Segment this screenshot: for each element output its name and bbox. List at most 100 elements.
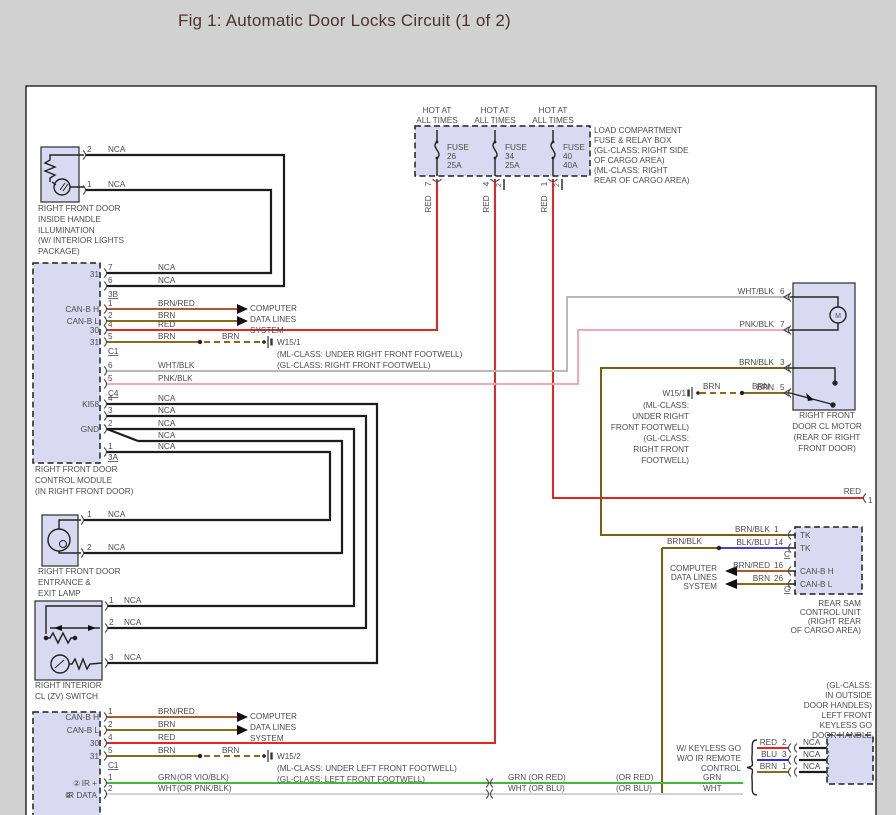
control-module-p4w: RED	[158, 320, 175, 329]
control-module-p1k: 1	[108, 442, 113, 451]
fuse-box-fuse26b: 26	[447, 152, 457, 161]
bottom-module-l31: 31	[90, 752, 100, 761]
keyless-handle-nm3: DOOR HANDLES)	[804, 701, 873, 710]
control-module-lki58: KI58	[82, 400, 99, 409]
interior-switch-nm2: CL (ZV) SWITCH	[35, 692, 98, 701]
entrance-lamp-nm3: EXIT LAMP	[38, 589, 81, 598]
keyless-handle-s2n: NCA	[803, 750, 821, 759]
fuse-box-hot1a: HOT AT	[423, 106, 452, 115]
door-motor-p5: 5	[780, 383, 785, 392]
bottom-module-lir1c: ②	[73, 779, 80, 788]
fuse-terminal	[494, 157, 497, 160]
illumination-nm5: PACKAGE)	[38, 247, 80, 256]
mid-wires-w3: WHT	[703, 784, 722, 793]
dot	[44, 636, 47, 639]
rear-sam-nm3: (RIGHT REAR	[808, 617, 861, 626]
fuse-terminal	[552, 157, 555, 160]
rear-sam-p16: 16	[774, 561, 784, 570]
keyless-handle-wk2: W/O IR REMOTE	[677, 754, 742, 763]
keyless-handle-s3n: NCA	[803, 762, 821, 771]
junction-dot	[198, 754, 202, 758]
fuse-box-fuse26c: 25A	[447, 161, 462, 170]
rear-sam-tg: G	[784, 585, 790, 594]
rear-sam-cdl2: DATA LINES	[671, 573, 718, 582]
rear-sam-p26w: BRN	[753, 574, 770, 583]
control-module-p2w: BRN	[158, 311, 175, 320]
keyless-handle-nm2: IN OUTSIDE	[825, 691, 872, 700]
keyless-handle-nm6: DOOR HANDLE	[812, 731, 873, 740]
illumination-p1: 1	[87, 180, 92, 189]
control-module-lcanh: CAN-B H	[65, 305, 99, 314]
junction-dot	[198, 340, 202, 344]
rear-sam-canh: CAN-B H	[800, 567, 834, 576]
control-module-p4k: 4	[108, 394, 113, 403]
fuse-box-red2: RED	[482, 195, 491, 212]
door-motor-p6w: WHT/BLK	[738, 287, 775, 296]
rear-sam-tk2: TK	[800, 544, 811, 553]
rear-sam-redp: 1	[868, 496, 873, 505]
fuse-box-loc3: (GL-CLASS: RIGHT SIDE	[594, 146, 689, 155]
fuse-box-loc6: REAR OF CARGO AREA)	[594, 176, 690, 185]
keyless-handle-s3w: BRN	[760, 762, 777, 771]
door-motor-p6: 6	[780, 287, 785, 296]
bottom-module-p4w: RED	[158, 733, 175, 742]
dot	[833, 381, 837, 385]
door-motor-p7w: PNK/BLK	[739, 320, 774, 329]
door-motor-m: M	[835, 313, 841, 320]
bottom-module-p2: 2	[108, 720, 113, 729]
diagram-canvas	[26, 86, 876, 815]
control-module-w151: W15/1	[277, 338, 301, 347]
control-module-p4kw: NCA	[158, 394, 176, 403]
rear-sam-p1: 1	[774, 525, 779, 534]
bottom-module-p4: 4	[108, 733, 113, 742]
control-module-p2k: 2	[108, 419, 113, 428]
rear-sam-nm2: CONTROL UNIT	[800, 608, 861, 617]
door-motor-ml1: (ML-CLASS:	[643, 401, 689, 410]
rear-sam-tk1: TK	[800, 531, 811, 540]
control-module-p5: 5	[108, 332, 113, 341]
bottom-module-p5: 5	[108, 746, 113, 755]
door-motor-ml6: FOOTWELL)	[641, 456, 689, 465]
fuse-box-fuse40c: 40A	[563, 161, 578, 170]
junction-dot	[717, 546, 721, 550]
control-module-p5cw: PNK/BLK	[158, 374, 193, 383]
fuse-box-conn2a: 2	[496, 183, 503, 187]
fuse-box-pin4: 4	[482, 181, 491, 186]
keyless-handle-nm1: (GL-CALSS:	[827, 681, 873, 690]
mid-wires-w2: (OR BLU)	[616, 784, 652, 793]
rear-sam-cdl3: SYSTEM	[683, 582, 717, 591]
door-motor-p7: 7	[780, 320, 785, 329]
door-motor-nm3: (REAR OF RIGHT	[794, 433, 861, 442]
bottom-module-lir1: IR +	[82, 779, 97, 788]
fuse-terminal	[436, 141, 439, 144]
mid-wires-g1: GRN (OR RED)	[508, 773, 566, 782]
illumination-p2w: NCA	[108, 145, 126, 154]
mid-wires-w1: WHT (OR BLU)	[508, 784, 565, 793]
interior-switch-p1w: NCA	[124, 596, 142, 605]
fuse-box-fuse40a: FUSE	[563, 143, 585, 152]
control-module-p7w: NCA	[158, 263, 176, 272]
control-module-pxw: NCA	[158, 431, 176, 440]
bottom-module-pw: 2	[108, 784, 113, 793]
control-module-l31a: 31	[90, 270, 100, 279]
keyless-handle-s1w: RED	[760, 738, 777, 747]
interior-switch-p3w: NCA	[124, 653, 142, 662]
interior-switch-p2w: NCA	[124, 618, 142, 627]
rear-sam-p14w: BLK/BLU	[736, 538, 770, 547]
rear-sam-canl: CAN-B L	[800, 580, 833, 589]
fuse-box-hot1b: ALL TIMES	[416, 116, 458, 125]
fuse-box-fuse34b: 34	[505, 152, 515, 161]
control-module-lcanl: CAN-B L	[67, 317, 100, 326]
rear-sam-jw: BRN/BLK	[667, 537, 703, 546]
illumination-nm4: (W/ INTERIOR LIGHTS	[38, 236, 125, 245]
keyless-handle-nm4: LEFT FRONT	[822, 711, 872, 720]
control-module-p5c: 5	[108, 374, 113, 383]
control-module-p3k: 3	[108, 406, 113, 415]
control-module-p6cw: WHT/BLK	[158, 361, 195, 370]
control-module-p6: 6	[108, 276, 113, 285]
fuse-box-fuse40b: 40	[563, 152, 573, 161]
fuse-terminal	[552, 141, 555, 144]
control-module-cdl1: COMPUTER	[250, 304, 297, 313]
control-module-p6c: 6	[108, 361, 113, 370]
fuse-terminal	[436, 157, 439, 160]
